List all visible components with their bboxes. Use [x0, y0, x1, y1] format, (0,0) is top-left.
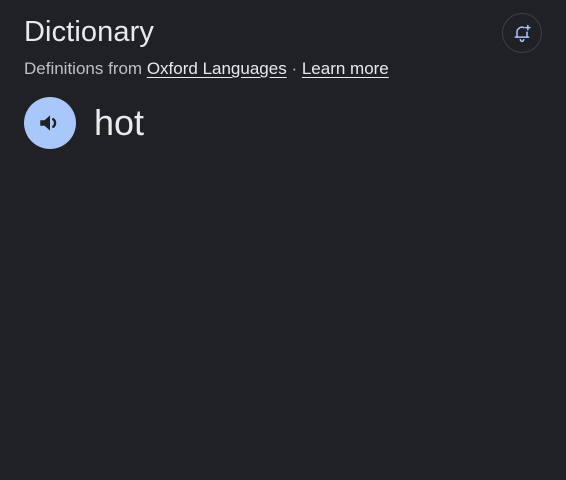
oxford-languages-link[interactable]: Oxford Languages: [147, 59, 287, 78]
separator: ·: [286, 59, 302, 78]
add-alert-button[interactable]: [502, 13, 542, 53]
source-line: Definitions from Oxford Languages · Lear…: [24, 57, 389, 81]
source-prefix: Definitions from: [24, 59, 147, 78]
headword-row: hot: [24, 97, 144, 149]
speaker-icon: [37, 110, 63, 136]
pronounce-button[interactable]: [24, 97, 76, 149]
page-title: Dictionary: [24, 16, 154, 48]
headword: hot: [94, 102, 145, 143]
bell-add-icon: [512, 23, 532, 43]
learn-more-link[interactable]: Learn more: [302, 59, 389, 78]
dictionary-card: Dictionary Definitions from Oxford Langu…: [0, 0, 566, 480]
